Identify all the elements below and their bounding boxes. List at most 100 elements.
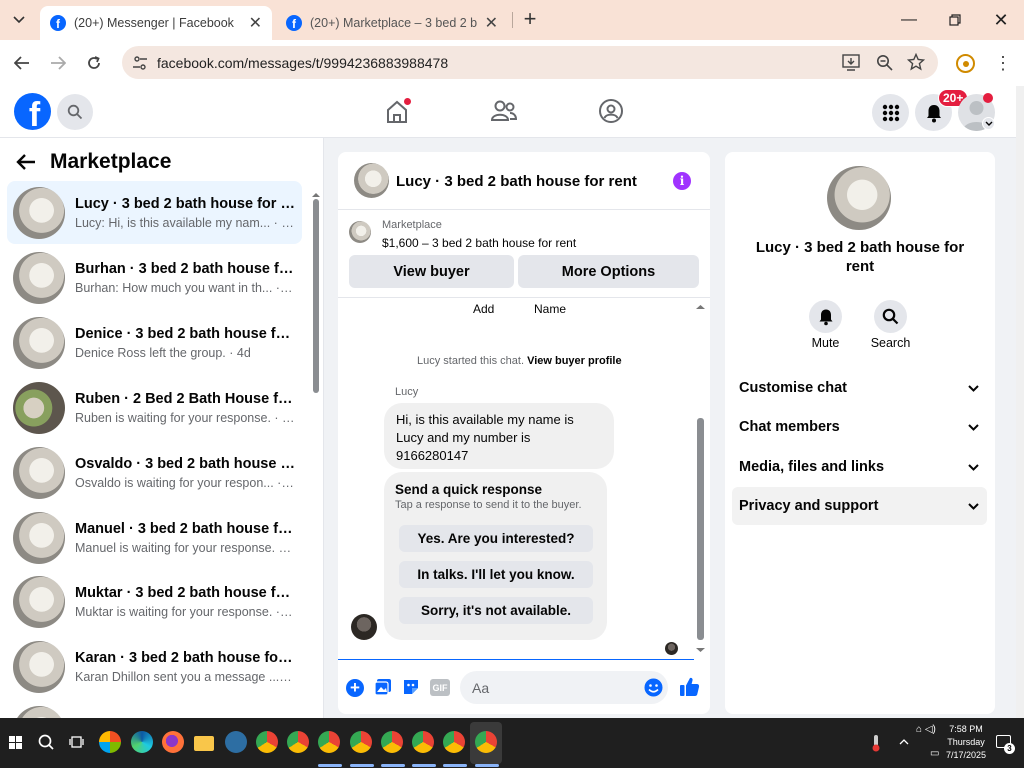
- scroll-up-arrow-icon[interactable]: [696, 304, 705, 310]
- nav-home[interactable]: [382, 98, 412, 126]
- tab-search-button[interactable]: [6, 8, 32, 32]
- info-icon[interactable]: i: [673, 172, 691, 190]
- battery-icon[interactable]: ▭: [930, 748, 939, 759]
- details-avatar[interactable]: [827, 166, 891, 230]
- back-button[interactable]: [7, 48, 37, 78]
- address-bar[interactable]: facebook.com/messages/t/9994236883988478: [122, 46, 938, 79]
- chrome-window-icon[interactable]: [381, 731, 403, 753]
- chrome-window-icon[interactable]: [412, 731, 434, 753]
- sticker-icon[interactable]: [402, 678, 420, 696]
- page-scrollbar[interactable]: [1016, 86, 1024, 718]
- install-app-icon[interactable]: [842, 54, 860, 71]
- tab-messenger[interactable]: f (20+) Messenger | Facebook ✕: [40, 6, 272, 40]
- chrome-profile-icon[interactable]: [287, 731, 309, 753]
- view-buyer-button[interactable]: View buyer: [349, 255, 514, 288]
- quick-response-unavailable-button[interactable]: Sorry, it's not available.: [399, 597, 593, 624]
- facebook-search-button[interactable]: [57, 94, 93, 130]
- message-input[interactable]: Aa: [460, 671, 668, 704]
- conversation-snippet: Burhan: How much you want in th... · 4d: [75, 280, 295, 295]
- conversation-item-ruben[interactable]: Ruben · 2 Bed 2 Bath House for ... Ruben …: [7, 376, 302, 439]
- reload-button[interactable]: [79, 48, 109, 78]
- tab-marketplace[interactable]: f (20+) Marketplace – 3 bed 2 ba ✕: [276, 6, 508, 40]
- task-view-icon[interactable]: [69, 735, 84, 749]
- profile-icon[interactable]: [956, 54, 975, 73]
- account-chevron[interactable]: [982, 117, 995, 130]
- thumbs-up-icon[interactable]: [679, 676, 700, 697]
- file-explorer-icon[interactable]: [194, 736, 214, 751]
- facebook-logo[interactable]: f: [14, 93, 51, 130]
- quick-response-yes-button[interactable]: Yes. Are you interested?: [399, 525, 593, 552]
- close-tab-icon[interactable]: ✕: [485, 13, 498, 33]
- menu-button[interactable]: [872, 94, 909, 131]
- scroll-up-arrow-icon[interactable]: [312, 192, 320, 198]
- chrome-window-icon[interactable]: [350, 731, 372, 753]
- view-buyer-profile-link[interactable]: View buyer profile: [527, 355, 622, 367]
- conversation-item-lucy[interactable]: Lucy · 3 bed 2 bath house for rent Lucy: …: [7, 181, 302, 244]
- conversation-snippet: Denice Ross left the group. · 4d: [75, 345, 251, 360]
- running-indicator: [443, 764, 467, 767]
- message-bubble[interactable]: Hi, is this available my name is Lucy an…: [384, 403, 614, 469]
- conversation-title: Denice · 3 bed 2 bath house for ...: [75, 325, 295, 342]
- conversation-item-muktar[interactable]: Muktar · 3 bed 2 bath house for... Muktar…: [7, 570, 302, 633]
- chat-scrollbar-thumb[interactable]: [697, 418, 704, 640]
- restore-button[interactable]: [932, 0, 978, 40]
- temperature-icon[interactable]: [870, 734, 882, 752]
- chat-listing-avatar[interactable]: [354, 163, 389, 198]
- close-tab-icon[interactable]: ✕: [249, 13, 262, 33]
- quick-response-talks-button[interactable]: In talks. I'll let you know.: [399, 561, 593, 588]
- conversation-item-partial[interactable]: [7, 700, 302, 718]
- nav-friends[interactable]: [490, 98, 520, 126]
- started-text: Lucy started this chat.: [417, 355, 524, 367]
- chrome-window-icon[interactable]: [318, 731, 340, 753]
- chrome-window-icon[interactable]: [443, 731, 465, 753]
- close-window-button[interactable]: ✕: [978, 0, 1024, 40]
- new-tab-button[interactable]: +: [518, 8, 542, 32]
- chrome-icon[interactable]: [256, 731, 278, 753]
- browser-menu-icon[interactable]: ⋮: [994, 54, 1012, 74]
- clock[interactable]: 7:58 PM Thursday 7/17/2025: [946, 723, 986, 762]
- buyer-avatar[interactable]: [351, 614, 377, 640]
- emoji-icon[interactable]: [644, 678, 663, 697]
- conversation-item-denice[interactable]: Denice · 3 bed 2 bath house for ... Denic…: [7, 311, 302, 374]
- chat-started-notice: Lucy started this chat. View buyer profi…: [417, 355, 622, 367]
- bookmark-star-icon[interactable]: [907, 53, 925, 71]
- nav-groups[interactable]: [598, 98, 626, 126]
- site-info-icon[interactable]: [132, 55, 148, 71]
- photo-icon[interactable]: [374, 678, 392, 696]
- privacy-support-section[interactable]: Privacy and support: [732, 487, 987, 525]
- conversation-item-osvaldo[interactable]: Osvaldo · 3 bed 2 bath house fo... Osvald…: [7, 441, 302, 504]
- gif-icon[interactable]: GIF: [430, 679, 450, 696]
- message-input-placeholder: Aa: [472, 680, 490, 696]
- back-button[interactable]: [16, 150, 40, 174]
- edge-icon[interactable]: [131, 731, 153, 753]
- zoom-icon[interactable]: [876, 54, 893, 71]
- customise-chat-section[interactable]: Customise chat: [732, 369, 987, 407]
- forward-button[interactable]: [43, 48, 73, 78]
- minimize-button[interactable]: —: [886, 0, 932, 40]
- app-icon[interactable]: [225, 731, 247, 753]
- conversation-list-scrollbar[interactable]: [312, 185, 320, 718]
- more-options-button[interactable]: More Options: [518, 255, 699, 288]
- tray-icons[interactable]: ⌂ ◁): [916, 724, 936, 735]
- firefox-icon[interactable]: [162, 731, 184, 753]
- listing-title[interactable]: $1,600 – 3 bed 2 bath house for rent: [382, 236, 576, 250]
- media-files-links-section[interactable]: Media, files and links: [732, 448, 987, 486]
- plus-icon[interactable]: +: [346, 679, 364, 697]
- search-in-conversation-button[interactable]: [874, 300, 907, 333]
- windows-start-icon[interactable]: [9, 736, 22, 749]
- chrome-active-window-icon[interactable]: [475, 731, 497, 753]
- conversation-item-manuel[interactable]: Manuel · 3 bed 2 bath house for... Manuel…: [7, 506, 302, 569]
- conversation-item-karan[interactable]: Karan · 3 bed 2 bath house for r... Karan…: [7, 635, 302, 698]
- scroll-down-arrow-icon[interactable]: [696, 647, 705, 653]
- chat-title[interactable]: Lucy · 3 bed 2 bath house for rent: [396, 173, 637, 190]
- conversation-snippet: Osvaldo is waiting for your respon... · …: [75, 475, 295, 490]
- chat-members-section[interactable]: Chat members: [732, 408, 987, 446]
- conversation-snippet: Manuel is waiting for your response. · 5…: [75, 540, 295, 555]
- search-icon[interactable]: [38, 734, 54, 750]
- chevron-up-icon[interactable]: [899, 738, 909, 745]
- copilot-icon[interactable]: [99, 731, 121, 753]
- scrollbar-thumb[interactable]: [313, 199, 319, 393]
- mute-button[interactable]: [809, 300, 842, 333]
- running-indicator: [412, 764, 436, 767]
- conversation-item-burhan[interactable]: Burhan · 3 bed 2 bath house for... Burhan…: [7, 246, 302, 309]
